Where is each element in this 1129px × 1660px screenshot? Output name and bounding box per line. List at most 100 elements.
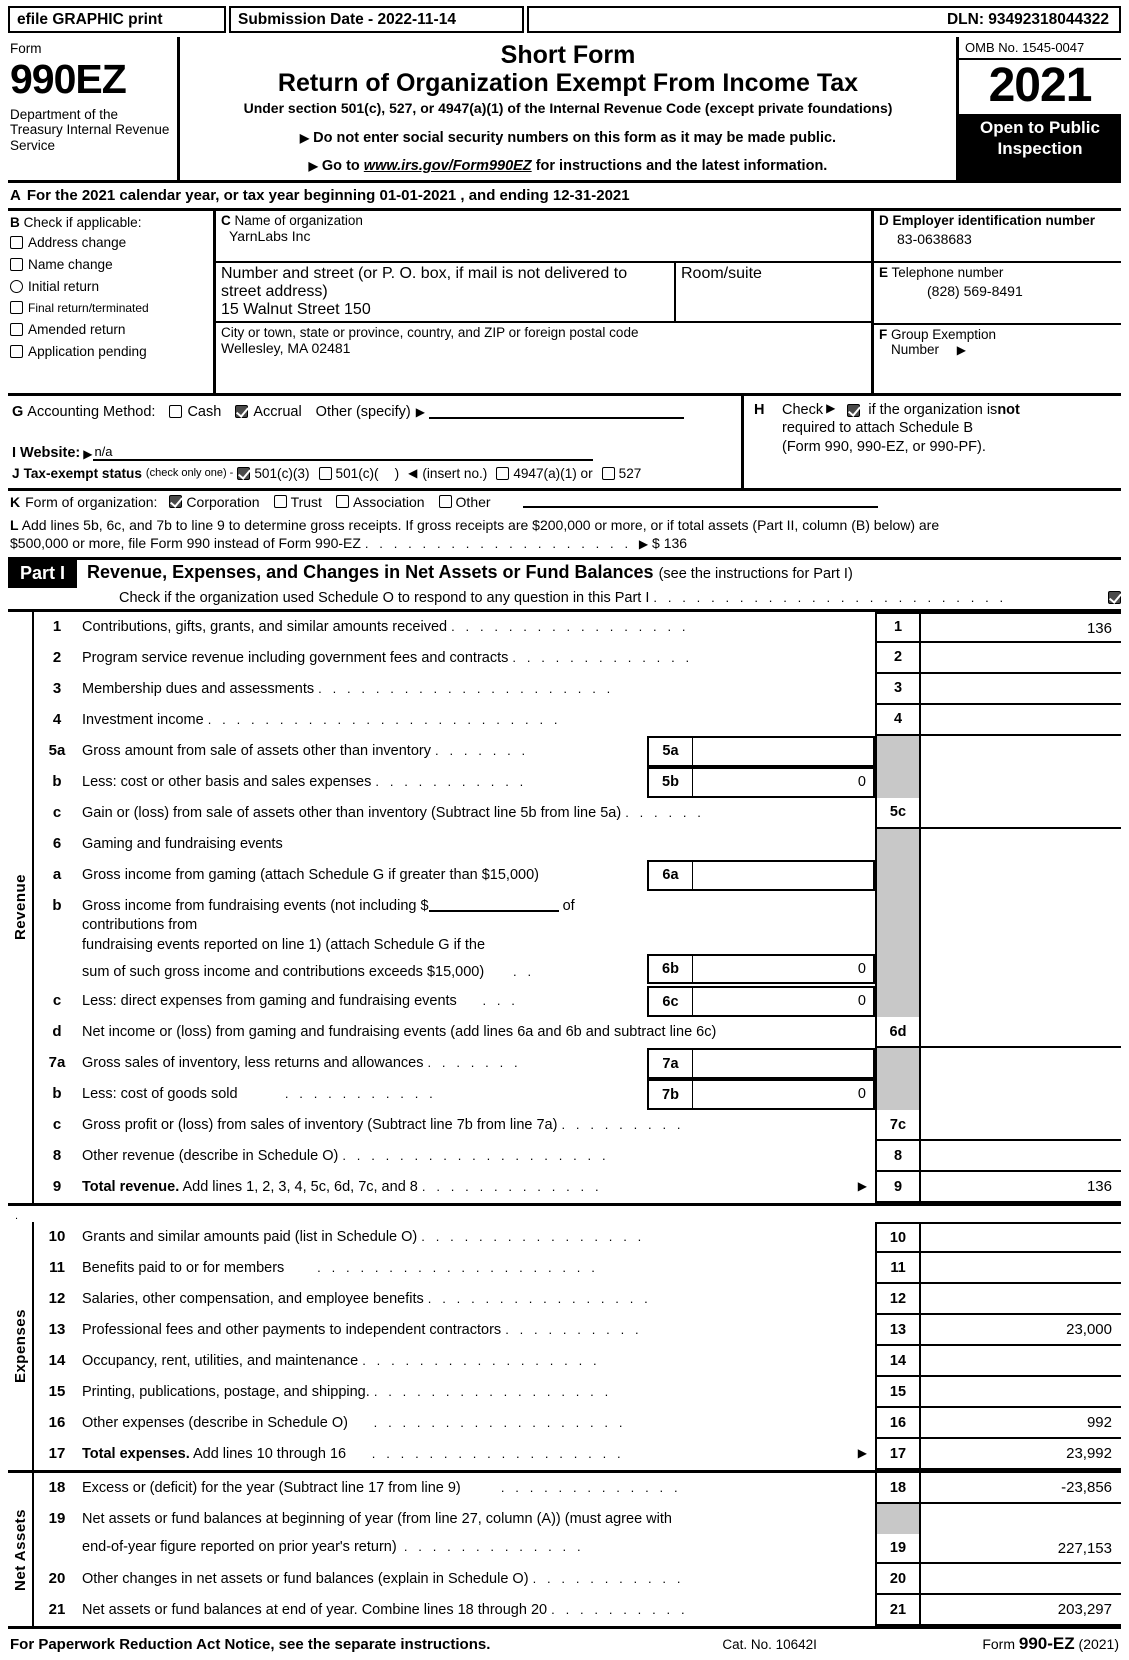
website-input[interactable]: n/a: [93, 444, 594, 461]
checkbox-label: Final return/terminated: [28, 300, 149, 315]
checkbox-address-change[interactable]: Address change: [10, 235, 211, 250]
ein-value[interactable]: 83-0638683: [879, 231, 1117, 247]
checkbox-checked-icon[interactable]: [237, 466, 251, 480]
line-description: Gross profit or (loss) from sales of inv…: [80, 1110, 875, 1141]
checkbox-icon[interactable]: [10, 322, 23, 336]
table-row: 14 Occupancy, rent, utilities, and maint…: [34, 1346, 1121, 1378]
line-value[interactable]: [921, 643, 1121, 674]
sub-line-value[interactable]: 0: [693, 954, 875, 985]
checkbox-final-return-terminated[interactable]: Final return/terminated: [10, 301, 211, 315]
line-value[interactable]: -23,856: [921, 1473, 1121, 1505]
line-value[interactable]: 136: [921, 1172, 1121, 1204]
line-value[interactable]: 136: [921, 611, 1121, 643]
line-value[interactable]: [921, 1222, 1121, 1254]
sub-line-value[interactable]: [693, 859, 875, 891]
organization-identification-block: B Check if applicable: Address change Na…: [8, 210, 1121, 396]
radio-cash[interactable]: Cash: [169, 404, 221, 420]
radio-association[interactable]: Association: [335, 494, 425, 510]
checkbox-initial-return[interactable]: Initial return: [10, 279, 211, 294]
line-description-text: Benefits paid to or for members: [82, 1260, 285, 1277]
radio-4947a1[interactable]: 4947(a)(1) or: [496, 466, 593, 481]
section-g-other-input[interactable]: [429, 405, 684, 419]
line-value[interactable]: [921, 674, 1121, 705]
radio-label: Corporation: [186, 493, 260, 510]
fundraising-contributions-input[interactable]: [428, 897, 559, 912]
line-description-text: Occupancy, rent, utilities, and maintena…: [82, 1353, 359, 1370]
line-value[interactable]: [921, 1346, 1121, 1378]
section-f-letter: F: [879, 326, 888, 342]
line-value[interactable]: [921, 1017, 1121, 1049]
line-description-text: Salaries, other compensation, and employ…: [82, 1291, 424, 1308]
line-key: 14: [875, 1346, 921, 1378]
radio-501c3[interactable]: 501(c)(3): [237, 466, 310, 481]
checkbox-icon[interactable]: [335, 495, 349, 509]
line-value[interactable]: [921, 1284, 1121, 1316]
line-value[interactable]: [921, 1141, 1121, 1173]
radio-527[interactable]: 527: [601, 466, 641, 481]
line-description-text: Net assets or fund balances at end of ye…: [82, 1602, 548, 1619]
checkbox-checked-icon[interactable]: [169, 495, 183, 509]
line-value[interactable]: [921, 1564, 1121, 1596]
checkbox-checked-icon[interactable]: [1108, 591, 1121, 605]
checkbox-name-change[interactable]: Name change: [10, 257, 211, 272]
checkbox-icon[interactable]: [438, 495, 452, 509]
table-row: 18 Excess or (deficit) for the year (Sub…: [34, 1473, 1121, 1505]
line-description-text: Less: direct expenses from gaming and fu…: [82, 993, 457, 1010]
triangle-bullet-icon: ▶: [83, 446, 93, 461]
line-value[interactable]: 203,297: [921, 1595, 1121, 1627]
insert-no-label: (insert no.): [422, 465, 488, 481]
radio-corporation[interactable]: Corporation: [169, 493, 260, 510]
dot-leader: . . . . . . . . . . . . . . . . . . . . …: [653, 590, 1007, 606]
checkbox-checked-icon[interactable]: [235, 405, 249, 419]
line-value[interactable]: [921, 1253, 1121, 1285]
line-description: Grants and similar amounts paid (list in…: [80, 1222, 875, 1253]
checkbox-amended-return[interactable]: Amended return: [10, 322, 211, 337]
checkbox-icon[interactable]: [10, 344, 23, 358]
line-19-text-2: end-of-year figure reported on prior yea…: [82, 1538, 585, 1555]
line-value[interactable]: [921, 705, 1121, 736]
telephone-value[interactable]: (828) 569-8491: [879, 283, 1117, 299]
checkbox-icon[interactable]: [273, 495, 287, 509]
sub-line-value[interactable]: [693, 735, 875, 767]
street-value[interactable]: 15 Walnut Street 150: [221, 301, 670, 319]
line-value[interactable]: 23,000: [921, 1315, 1121, 1347]
efile-header-bar: efile GRAPHIC print Submission Date - 20…: [8, 6, 1121, 33]
sub-line-value[interactable]: 0: [693, 1079, 875, 1111]
line-value[interactable]: [921, 1377, 1121, 1409]
checkbox-icon[interactable]: [10, 279, 23, 293]
line-value[interactable]: 23,992: [921, 1439, 1121, 1471]
city-value[interactable]: Wellesley, MA 02481: [221, 340, 867, 356]
section-k-other-input[interactable]: [522, 495, 878, 509]
revenue-section: Revenue 1 Contributions, gifts, grants, …: [8, 611, 1121, 1207]
org-name-value[interactable]: YarnLabs Inc: [221, 228, 867, 244]
line-key-shaded: [875, 1079, 921, 1111]
checkbox-icon[interactable]: [601, 466, 615, 480]
checkbox-icon[interactable]: [318, 466, 332, 480]
line-value[interactable]: [921, 1110, 1121, 1142]
radio-label: Cash: [187, 403, 222, 420]
sub-line-value[interactable]: [693, 1048, 875, 1080]
checkbox-application-pending[interactable]: Application pending: [10, 344, 211, 359]
radio-other-org[interactable]: Other: [438, 494, 491, 510]
radio-trust[interactable]: Trust: [273, 494, 322, 510]
line-value[interactable]: 992: [921, 1408, 1121, 1440]
irs-form990ez-link[interactable]: www.irs.gov/Form990EZ: [364, 158, 532, 174]
checkbox-checked-icon[interactable]: [847, 403, 861, 417]
checkbox-icon[interactable]: [10, 257, 23, 271]
radio-501c-other[interactable]: 501(c)( ): [318, 466, 399, 481]
line-description-text: Membership dues and assessments: [82, 680, 315, 697]
radio-accrual[interactable]: Accrual: [235, 404, 302, 420]
sub-line-value[interactable]: 0: [693, 766, 875, 798]
line-value: [921, 1048, 1121, 1079]
checkbox-icon[interactable]: [169, 405, 183, 419]
triangle-bullet-icon: ▶: [415, 404, 425, 419]
sub-line-value[interactable]: 0: [693, 986, 875, 1018]
goto-suffix: for instructions and the latest informat…: [531, 157, 828, 174]
checkbox-icon[interactable]: [10, 301, 23, 315]
checkbox-icon[interactable]: [496, 466, 510, 480]
line-value[interactable]: 227,153: [921, 1534, 1121, 1565]
checkbox-label: Name change: [28, 256, 113, 272]
line-value[interactable]: [921, 798, 1121, 829]
line-number: 6: [52, 834, 62, 852]
checkbox-icon[interactable]: [10, 235, 23, 249]
